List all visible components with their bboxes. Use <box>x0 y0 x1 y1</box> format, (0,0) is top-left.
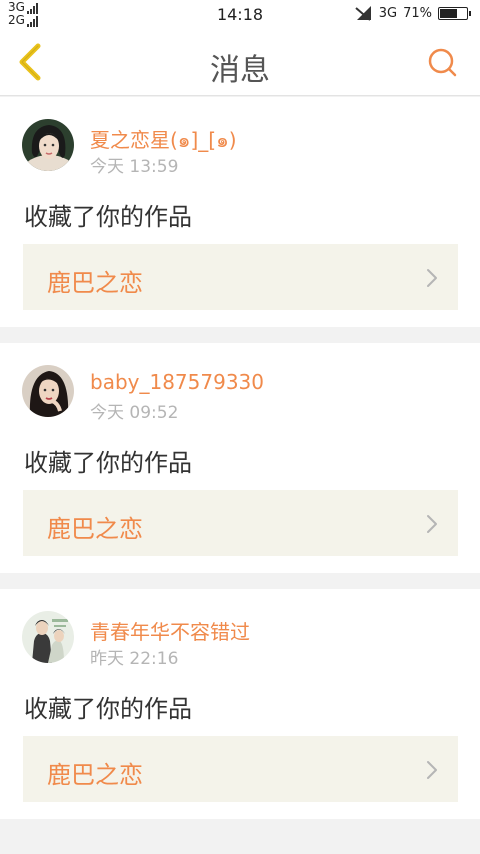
action-text: 收藏了你的作品 <box>24 203 192 231</box>
message-item[interactable]: 青春年华不容错过 昨天 22:16 收藏了你的作品 鹿巴之恋 <box>0 589 480 819</box>
mobile-data-label: 3G <box>378 5 398 21</box>
header-bar: 消息 <box>0 30 480 96</box>
action-text: 收藏了你的作品 <box>24 449 192 477</box>
message-time: 昨天 22:16 <box>90 649 179 669</box>
battery-fill <box>440 8 458 18</box>
message-time: 今天 09:52 <box>90 403 179 423</box>
work-card[interactable]: 鹿巴之恋 <box>23 244 458 310</box>
status-right: 3G 71% <box>355 5 471 21</box>
work-title: 鹿巴之恋 <box>47 761 143 789</box>
page-title: 消息 <box>210 53 270 88</box>
search-icon <box>428 48 457 77</box>
no-sim-icon <box>355 6 371 21</box>
message-item[interactable]: baby_187579330 今天 09:52 收藏了你的作品 鹿巴之恋 <box>0 343 480 573</box>
avatar[interactable] <box>22 365 74 417</box>
work-card[interactable]: 鹿巴之恋 <box>23 490 458 556</box>
avatar[interactable] <box>22 611 74 663</box>
search-button[interactable] <box>426 46 460 80</box>
status-bar: 3G 2G 14:18 3G 71% <box>0 0 480 30</box>
message-time: 今天 13:59 <box>90 157 179 177</box>
work-card[interactable]: 鹿巴之恋 <box>23 736 458 802</box>
message-item[interactable]: 夏之恋星(๑]_[๑) 今天 13:59 收藏了你的作品 鹿巴之恋 <box>0 97 480 327</box>
work-title: 鹿巴之恋 <box>47 515 143 543</box>
work-title: 鹿巴之恋 <box>47 269 143 297</box>
chevron-right-icon <box>427 761 437 779</box>
battery-percent: 71% <box>403 5 432 21</box>
chevron-right-icon <box>427 515 437 533</box>
action-text: 收藏了你的作品 <box>24 695 192 723</box>
username-link[interactable]: 青春年华不容错过 <box>90 616 250 645</box>
username-link[interactable]: baby_187579330 <box>90 370 264 394</box>
chevron-right-icon <box>427 269 437 287</box>
avatar[interactable] <box>22 119 74 171</box>
battery-icon <box>438 6 471 20</box>
